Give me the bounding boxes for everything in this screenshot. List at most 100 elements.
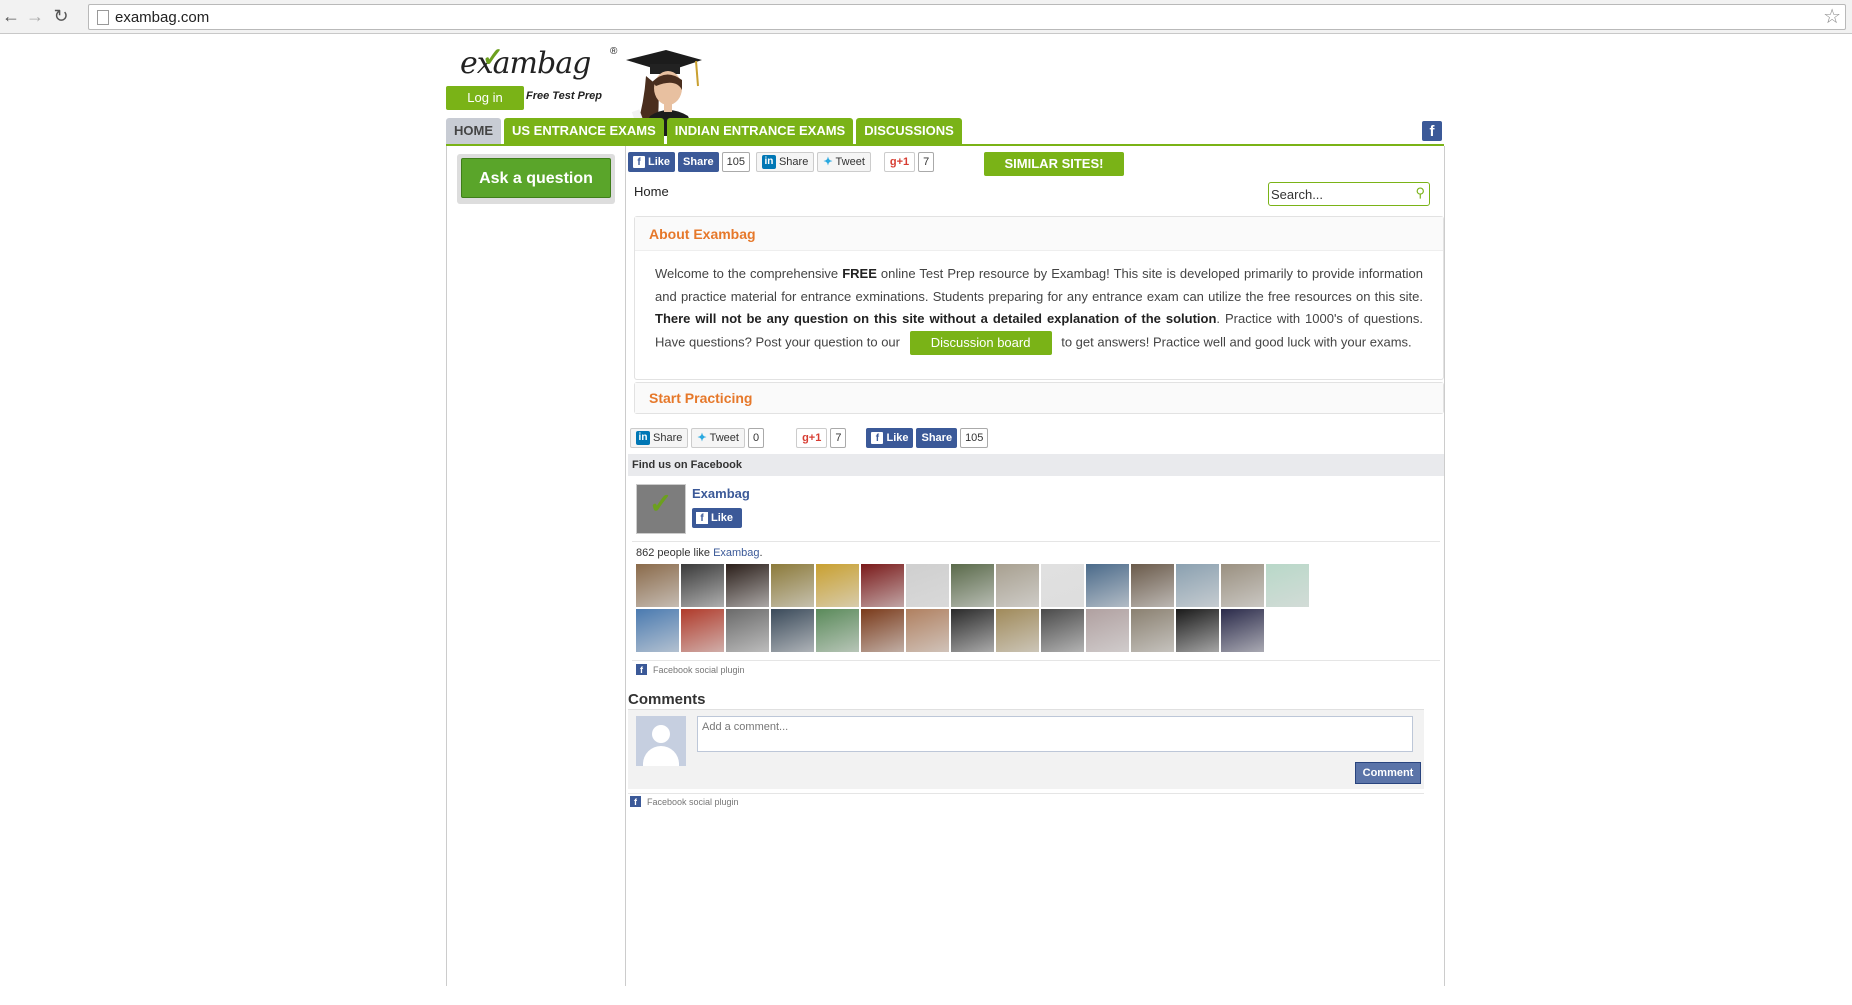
page: exambag ✓ ® Free Test Prep Log in HOME U… (446, 34, 1446, 1005)
facebook-share-count: 105 (960, 428, 989, 448)
facebook-fan-avatar[interactable] (636, 609, 679, 652)
facebook-fan-avatar[interactable] (636, 564, 679, 607)
facebook-fan-avatar[interactable] (726, 564, 769, 607)
facebook-page-like-button[interactable]: f Like (692, 508, 742, 528)
facebook-fan-avatar[interactable] (1086, 609, 1129, 652)
facebook-page-avatar[interactable]: ✓ (636, 484, 686, 534)
facebook-fan-avatar[interactable] (1221, 564, 1264, 607)
facebook-fan-avatar[interactable] (816, 609, 859, 652)
reload-icon[interactable]: ↻ (50, 5, 72, 27)
facebook-fan-avatar[interactable] (996, 564, 1039, 607)
start-practicing-title[interactable]: Start Practicing (635, 383, 1443, 413)
search-icon[interactable]: ⚲ (1415, 185, 1425, 201)
facebook-share-button[interactable]: Share (678, 152, 719, 172)
facebook-share-button[interactable]: Share (916, 428, 958, 448)
tab-discussions[interactable]: DISCUSSIONS (856, 118, 962, 144)
comments-divider (628, 793, 1424, 794)
back-icon[interactable]: ← (0, 5, 22, 27)
tab-us-entrance-exams[interactable]: US ENTRANCE EXAMS (504, 118, 664, 144)
comment-input[interactable] (697, 716, 1413, 752)
tweet-button[interactable]: ✦ Tweet (691, 428, 745, 448)
facebook-fan-avatar[interactable] (1131, 564, 1174, 607)
forward-icon[interactable]: → (24, 5, 46, 27)
facebook-social-plugin-label[interactable]: f Facebook social plugin (636, 664, 745, 675)
ask-question-container: Ask a question (457, 154, 615, 204)
facebook-fan-avatar[interactable] (906, 609, 949, 652)
logo-text: exambag (460, 46, 591, 81)
start-practicing-panel: Start Practicing (634, 382, 1444, 414)
google-plus-button[interactable]: g +1 (883, 152, 916, 172)
tweet-button[interactable]: ✦ Tweet (817, 152, 871, 172)
facebook-like-button[interactable]: f Like (628, 152, 676, 172)
facebook-fan-avatar[interactable] (681, 609, 724, 652)
bookmark-star-icon[interactable]: ☆ (1823, 6, 1841, 28)
facebook-fan-avatar[interactable] (906, 564, 949, 607)
facebook-icon[interactable]: f (1422, 121, 1442, 141)
discussion-board-button[interactable]: Discussion board (909, 330, 1052, 355)
facebook-fan-avatar[interactable] (771, 564, 814, 607)
facebook-fan-avatar[interactable] (726, 609, 769, 652)
facebook-like-count: 862 people like Exambag. (636, 547, 763, 559)
twitter-icon: ✦ (823, 156, 833, 168)
breadcrumb[interactable]: Home (634, 184, 669, 199)
user-avatar (636, 716, 686, 766)
facebook-fan-avatar[interactable] (951, 564, 994, 607)
facebook-icon: f (630, 796, 641, 807)
facebook-fan-avatar[interactable] (1131, 609, 1174, 652)
login-button[interactable]: Log in (446, 86, 524, 110)
url-text[interactable]: exambag.com (115, 9, 209, 26)
facebook-fan-avatar[interactable] (771, 609, 814, 652)
comment-composer: Comment (628, 709, 1424, 789)
facebook-fan-avatar[interactable] (1041, 609, 1084, 652)
browser-toolbar: ← → ↻ exambag.com ☆ (0, 0, 1852, 34)
google-plus-count: 7 (830, 428, 847, 448)
address-bar[interactable]: exambag.com ☆ (88, 4, 1846, 30)
logo-tagline: Free Test Prep (526, 90, 603, 102)
facebook-fan-avatar[interactable] (1041, 564, 1084, 607)
linkedin-icon: in (761, 155, 776, 169)
about-panel: About Exambag Welcome to the comprehensi… (634, 216, 1444, 380)
comments-social-plugin-label[interactable]: f Facebook social plugin (630, 796, 739, 807)
facebook-fans-grid (636, 564, 1311, 654)
page-icon (97, 10, 109, 25)
content-border (1444, 146, 1445, 986)
facebook-fan-avatar[interactable] (951, 609, 994, 652)
linkedin-icon: in (636, 431, 650, 445)
facebook-fan-avatar[interactable] (1221, 609, 1264, 652)
logo-check-icon: ✓ (482, 42, 504, 72)
facebook-widget-heading: Find us on Facebook (628, 454, 1444, 476)
tab-home[interactable]: HOME (446, 118, 501, 144)
facebook-page-name[interactable]: Exambag (692, 486, 750, 501)
plugin-divider (632, 660, 1440, 661)
search-box: ⚲ (1268, 182, 1430, 206)
about-title[interactable]: About Exambag (635, 217, 1443, 251)
facebook-like-button[interactable]: f Like (866, 428, 914, 448)
google-plus-button[interactable]: g +1 (796, 428, 828, 448)
ask-question-button[interactable]: Ask a question (461, 158, 611, 198)
search-input[interactable] (1271, 185, 1407, 203)
facebook-fan-avatar[interactable] (1266, 564, 1309, 607)
similar-sites-button[interactable]: SIMILAR SITES! (984, 152, 1124, 176)
check-icon: ✓ (649, 488, 673, 519)
facebook-fan-avatar[interactable] (996, 609, 1039, 652)
tweet-count: 0 (747, 428, 765, 448)
share-bar-top: f Like Share 105 in Share ✦ Tweet g +1 7 (628, 151, 940, 173)
facebook-fan-avatar[interactable] (816, 564, 859, 607)
main-content: f Like Share 105 in Share ✦ Tweet g +1 7 SIM… (628, 146, 1444, 986)
facebook-divider (632, 541, 1440, 542)
about-text: Welcome to the comprehensive FREE online… (635, 251, 1443, 355)
facebook-icon: f (636, 664, 647, 675)
facebook-fan-avatar[interactable] (1176, 609, 1219, 652)
tab-indian-entrance-exams[interactable]: INDIAN ENTRANCE EXAMS (666, 118, 854, 144)
facebook-fan-avatar[interactable] (1086, 564, 1129, 607)
facebook-page-link[interactable]: Exambag (713, 547, 759, 559)
linkedin-share-button[interactable]: in Share (630, 428, 689, 448)
facebook-icon: f (633, 156, 645, 168)
facebook-fan-avatar[interactable] (681, 564, 724, 607)
facebook-fan-avatar[interactable] (1176, 564, 1219, 607)
facebook-fan-avatar[interactable] (861, 609, 904, 652)
facebook-fan-avatar[interactable] (861, 564, 904, 607)
comments-heading: Comments (628, 691, 706, 708)
linkedin-share-button[interactable]: in Share (755, 152, 815, 172)
comment-submit-button[interactable]: Comment (1355, 762, 1421, 784)
